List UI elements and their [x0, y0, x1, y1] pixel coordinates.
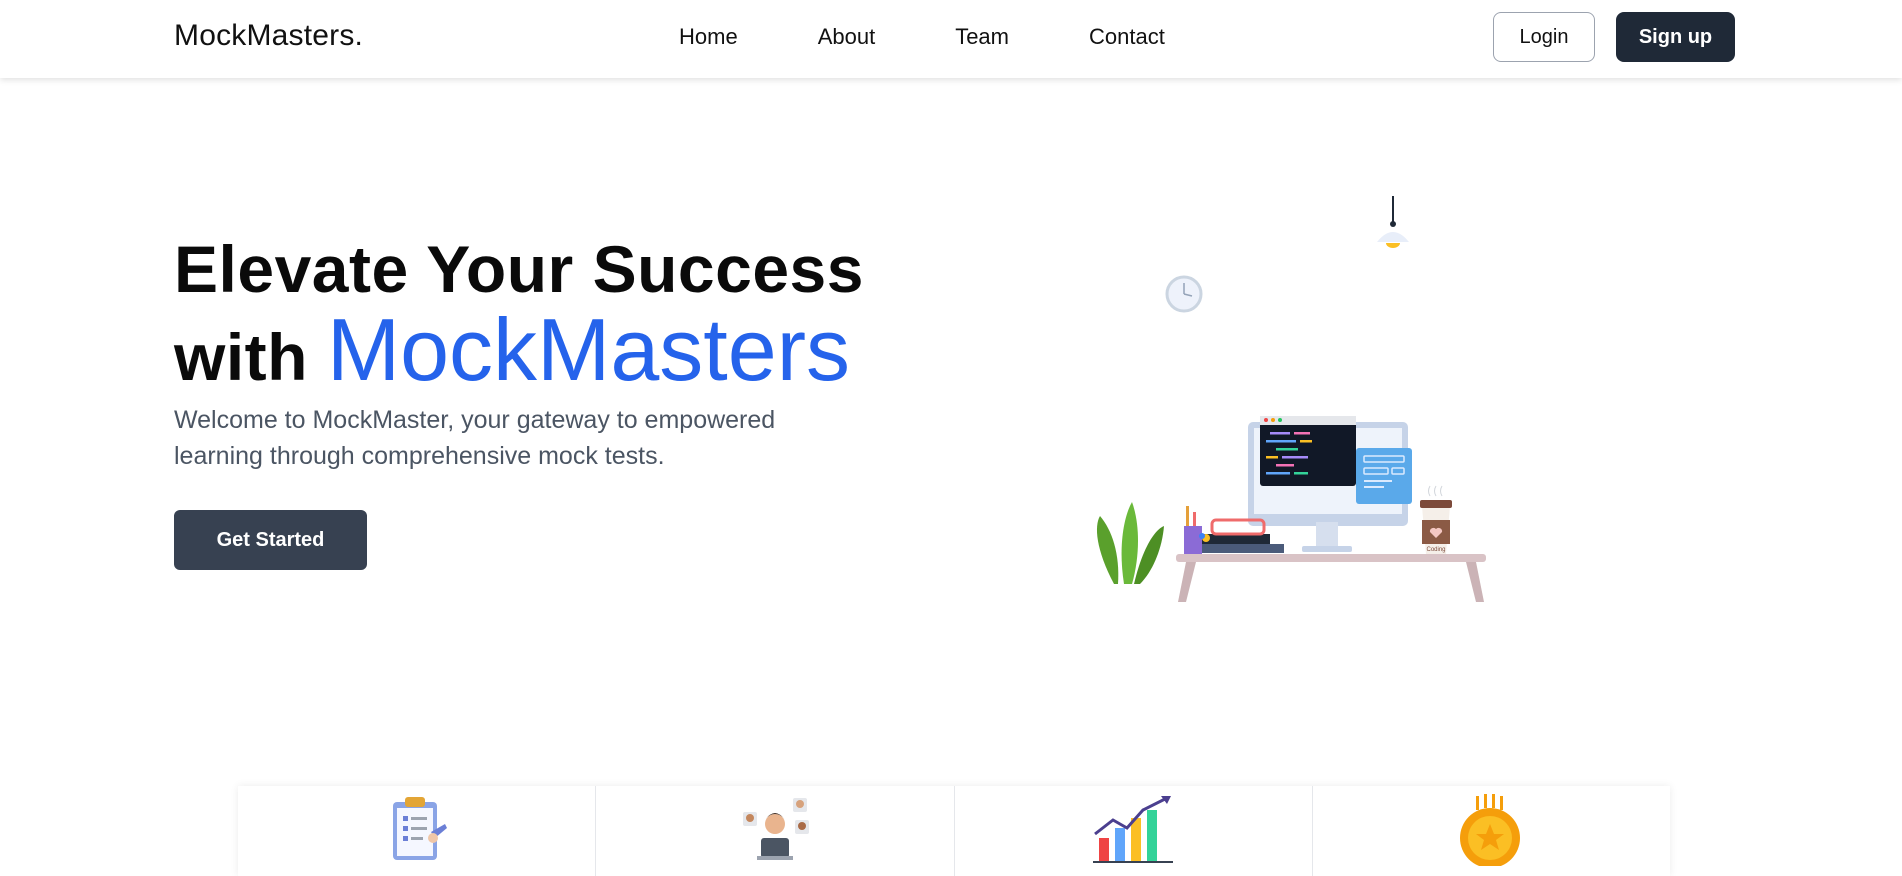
brand-logo[interactable]: MockMasters.: [174, 19, 363, 53]
nav-contact[interactable]: Contact: [1089, 24, 1165, 50]
hero-subtitle: Welcome to MockMaster, your gateway to e…: [174, 406, 776, 470]
plant-icon: [1096, 502, 1164, 584]
get-started-button[interactable]: Get Started: [174, 510, 367, 570]
desk-icon: [1176, 554, 1486, 602]
growth-chart-icon: [1093, 796, 1174, 863]
features-row: [238, 786, 1670, 876]
site-header: MockMasters. Home About Team Contact Log…: [0, 0, 1902, 78]
hanging-lamp-icon: [1377, 196, 1409, 248]
hero-title-line2: with MockMasters: [174, 306, 864, 394]
hero-title-line1: Elevate Your Success: [174, 232, 864, 306]
coffee-cup-label: Coding: [1426, 547, 1445, 553]
nav-team[interactable]: Team: [955, 24, 1009, 50]
login-button[interactable]: Login: [1493, 12, 1595, 62]
wall-clock-icon: [1165, 275, 1203, 313]
nav-about[interactable]: About: [818, 24, 876, 50]
floating-window-icon: [1356, 448, 1412, 504]
signup-button[interactable]: Sign up: [1616, 12, 1735, 62]
hero-title: Elevate Your Success with MockMasters: [174, 236, 864, 394]
desk-workspace-illustration: Coding: [1096, 196, 1486, 602]
feature-card-rewards[interactable]: [1313, 786, 1670, 876]
coffee-cup-icon: Coding: [1420, 485, 1452, 554]
gold-medal-icon: [1460, 794, 1521, 866]
feature-card-mock-tests[interactable]: [238, 786, 597, 876]
hero-title-accent: MockMasters: [326, 300, 850, 399]
hero-title-with: with: [174, 320, 308, 394]
online-interview-icon: [742, 798, 809, 860]
clipboard-checklist-icon: [392, 797, 447, 860]
feature-card-interviews[interactable]: [596, 786, 955, 876]
nav-home[interactable]: Home: [679, 24, 738, 50]
feature-card-analytics[interactable]: [955, 786, 1313, 876]
main-nav: Home About Team Contact: [679, 24, 1165, 50]
